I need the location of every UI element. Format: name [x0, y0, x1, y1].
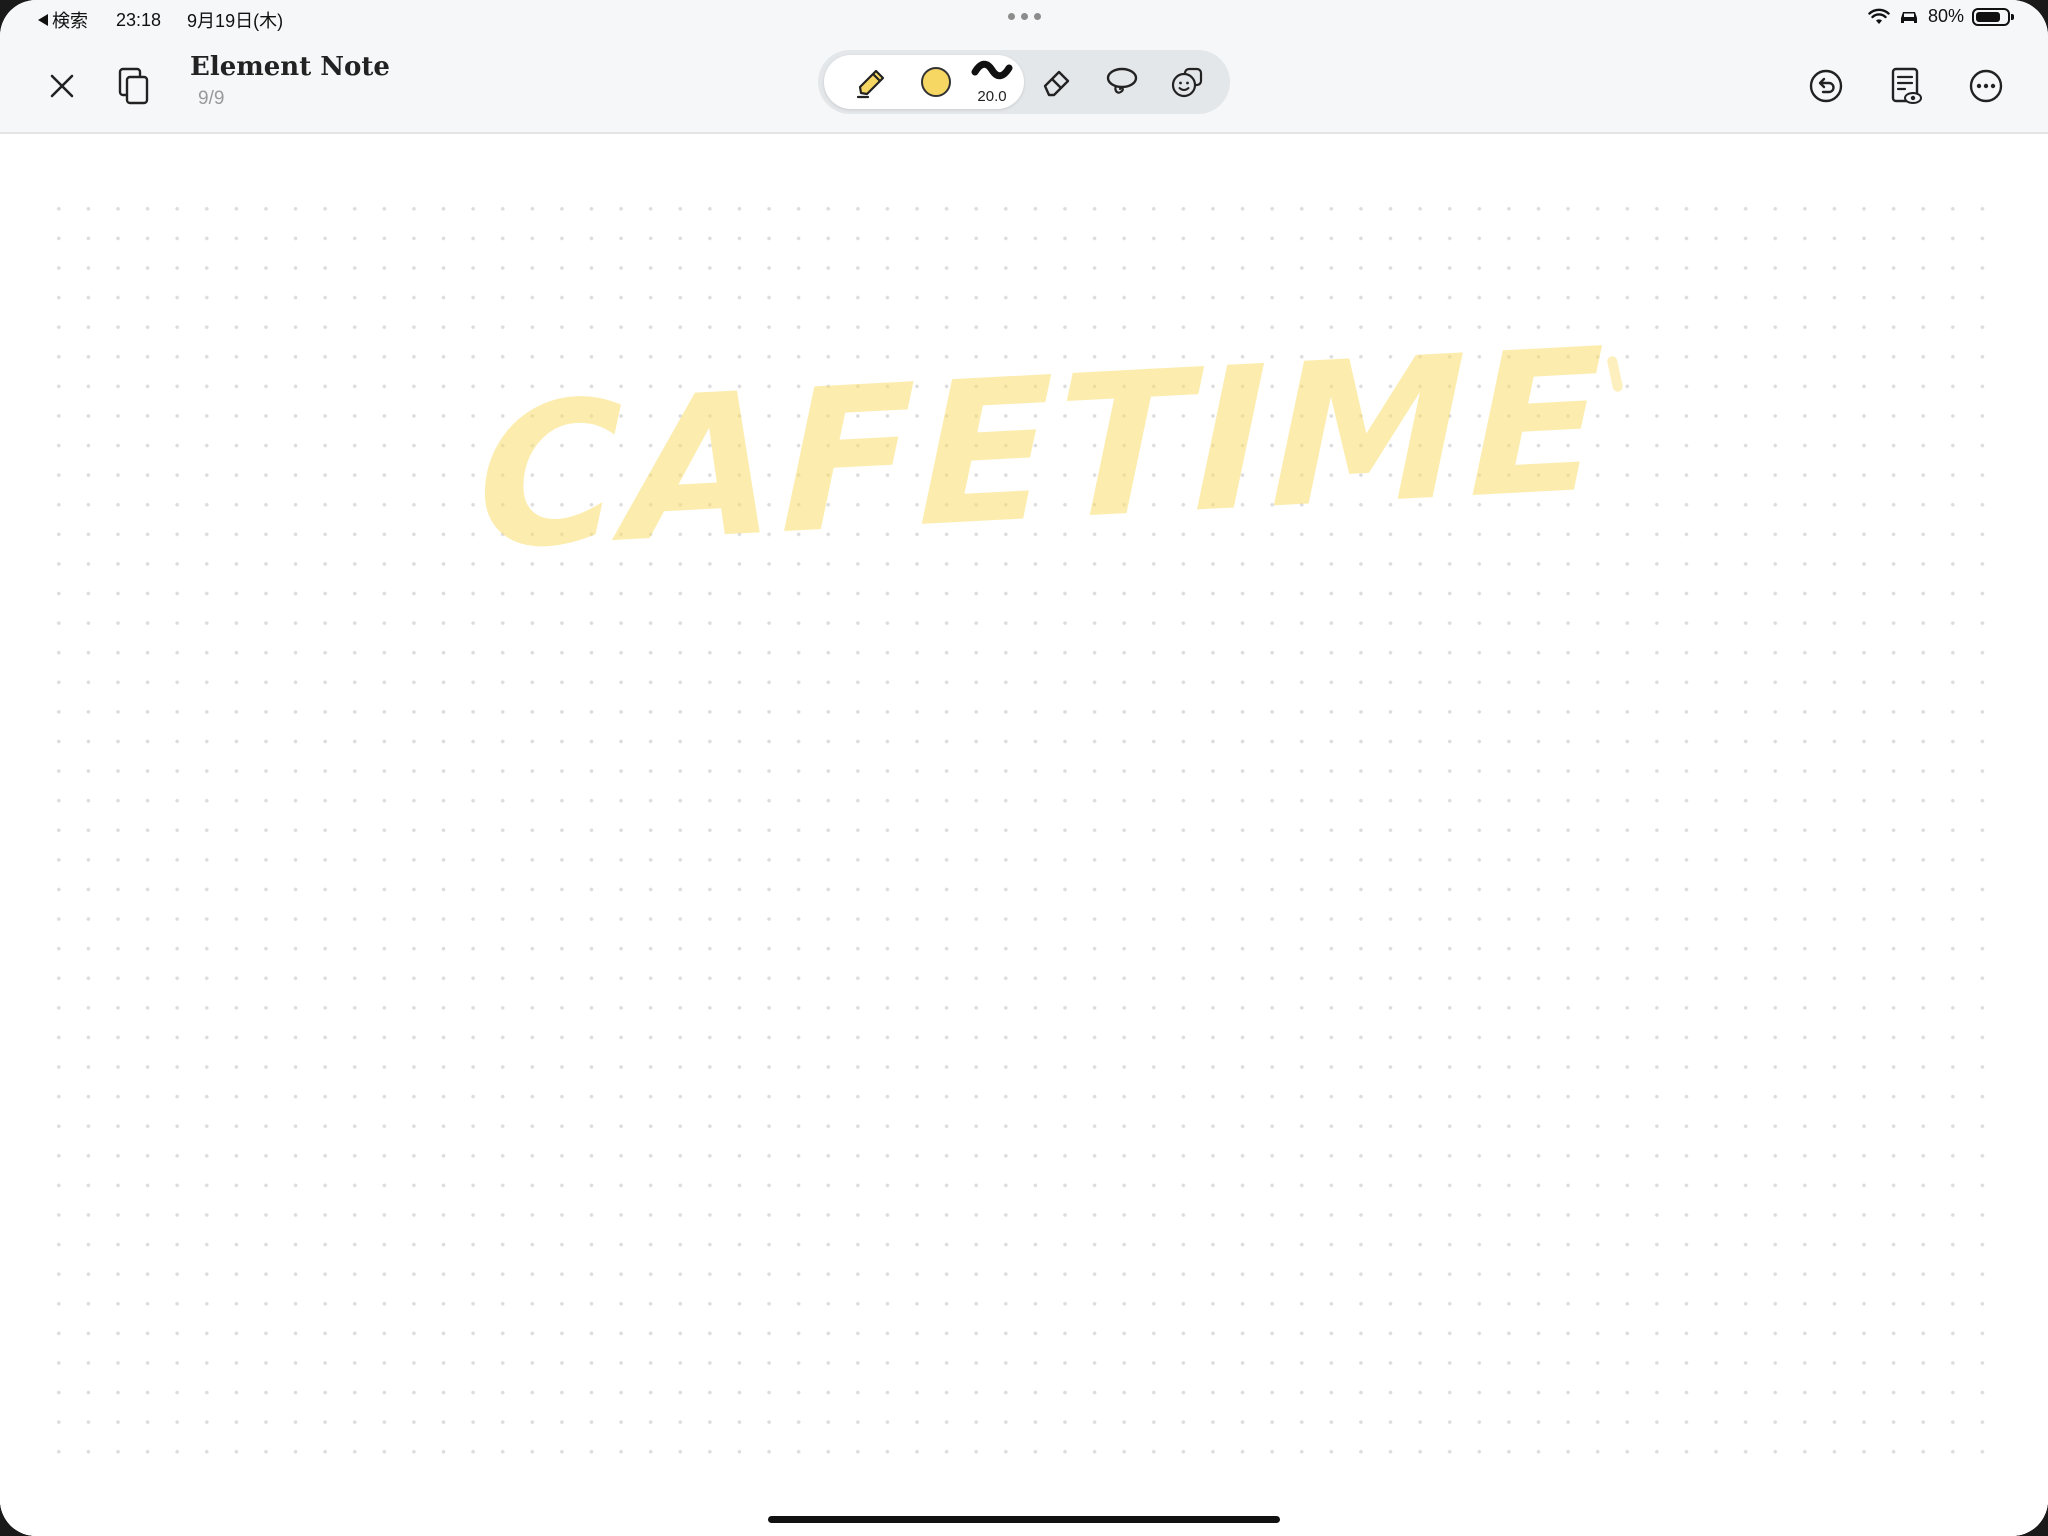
- date: 9月19日(木): [187, 11, 284, 31]
- page-indicator: 9/9: [198, 88, 225, 109]
- lasso-tool[interactable]: [1092, 50, 1152, 114]
- eraser-tool[interactable]: [1028, 50, 1088, 114]
- highlighter-icon: [856, 69, 885, 99]
- back-arrow-icon: [38, 14, 48, 26]
- clock: 23:18: [116, 9, 162, 30]
- battery-percent: 80%: [1927, 6, 1964, 26]
- car-icon: [1900, 11, 1917, 23]
- stroke-size-label: 20.0: [977, 88, 1007, 105]
- sticker-tool[interactable]: [1158, 50, 1218, 114]
- close-button[interactable]: [40, 64, 84, 108]
- home-indicator[interactable]: [768, 1516, 1280, 1523]
- pages-button[interactable]: [112, 62, 156, 110]
- sticker-icon: [1171, 67, 1203, 98]
- back-label: 検索: [52, 11, 88, 31]
- close-icon: [50, 74, 74, 98]
- note-title[interactable]: Element Note: [190, 52, 390, 82]
- more-options-button[interactable]: [1962, 62, 2010, 110]
- back-to-search-link[interactable]: 検索: [38, 7, 88, 33]
- drawing-tools: 20.0: [818, 50, 1230, 114]
- document-view-icon: [1891, 67, 1922, 104]
- eraser-icon: [1043, 70, 1070, 97]
- wifi-icon: [1868, 8, 1890, 24]
- undo-icon: [1809, 69, 1843, 103]
- multitasking-dots[interactable]: [1008, 13, 1041, 20]
- lasso-icon: [1106, 67, 1138, 94]
- stroke-size-icon: [971, 60, 1013, 80]
- more-icon: [1969, 69, 2003, 103]
- battery-icon: [1972, 7, 2014, 26]
- note-toolbar: Element Note 9/9 20.0: [0, 36, 2048, 134]
- current-color-swatch: [921, 67, 951, 97]
- color-picker[interactable]: [906, 50, 966, 114]
- reading-mode-button[interactable]: [1882, 60, 1930, 112]
- pages-icon: [118, 67, 149, 105]
- status-bar: 検索 23:18 9月19日(木) 80%: [0, 0, 2048, 36]
- undo-button[interactable]: [1802, 62, 1850, 110]
- stroke-size-picker[interactable]: 20.0: [962, 50, 1022, 114]
- ipad-screen: 検索 23:18 9月19日(木) 80% Element Note 9/9 2…: [0, 0, 2048, 1536]
- highlighter-tool[interactable]: [842, 50, 902, 114]
